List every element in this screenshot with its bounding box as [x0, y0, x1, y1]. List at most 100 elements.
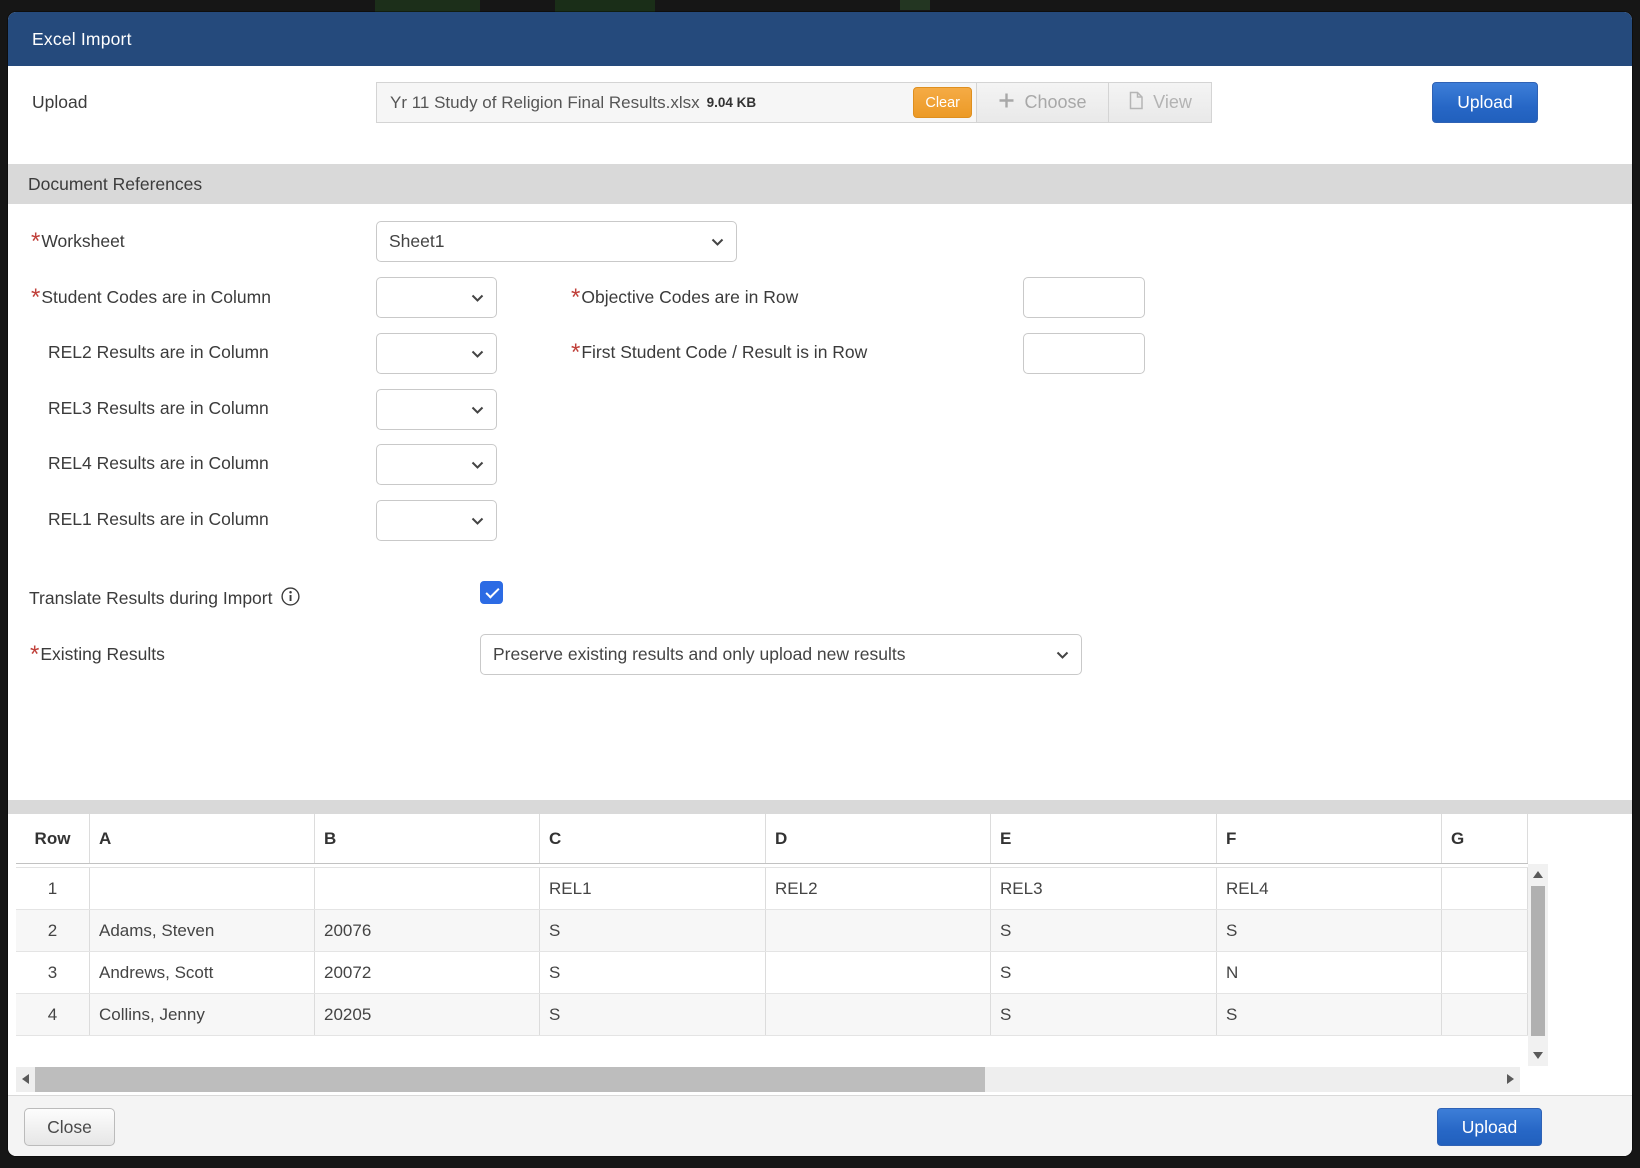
table-top-divider	[8, 800, 1632, 814]
rel2-column-select[interactable]	[376, 333, 497, 374]
cell-row-number: 1	[16, 868, 90, 909]
chevron-down-icon	[471, 406, 484, 414]
rel3-column-select[interactable]	[376, 389, 497, 430]
upload-button-top[interactable]: Upload	[1432, 82, 1538, 123]
field-label-text: First Student Code / Result is in Row	[581, 342, 867, 362]
column-header-c: C	[540, 814, 766, 863]
translate-results-checkbox[interactable]	[480, 581, 503, 604]
vertical-scrollbar[interactable]	[1528, 864, 1548, 1066]
cell: S	[1217, 910, 1442, 951]
horizontal-scrollbar[interactable]	[16, 1067, 1520, 1092]
existing-results-select[interactable]: Preserve existing results and only uploa…	[480, 634, 1082, 675]
scroll-up-arrow-icon[interactable]	[1533, 871, 1543, 878]
cell: S	[991, 910, 1217, 951]
chevron-down-icon	[471, 294, 484, 302]
chevron-down-icon	[711, 238, 724, 246]
worksheet-select[interactable]: Sheet1	[376, 221, 737, 262]
field-label-first-student-row: *First Student Code / Result is in Row	[571, 342, 867, 362]
column-header-g: G	[1442, 814, 1528, 863]
choose-file-button[interactable]: Choose	[976, 82, 1109, 123]
column-header-d: D	[766, 814, 991, 863]
dialog-footer: Close Upload	[8, 1095, 1632, 1156]
chevron-down-icon	[1056, 651, 1069, 659]
student-codes-column-select[interactable]	[376, 277, 497, 318]
cell	[1442, 910, 1528, 951]
cell: S	[540, 952, 766, 993]
required-asterisk: *	[31, 284, 40, 311]
clear-file-button[interactable]: Clear	[913, 87, 972, 118]
scroll-down-arrow-icon[interactable]	[1533, 1052, 1543, 1059]
required-asterisk: *	[571, 339, 580, 366]
screen-background: Excel Import Upload Yr 11 Study of Relig…	[0, 0, 1640, 1168]
field-label-rel4-column: REL4 Results are in Column	[48, 453, 269, 473]
cell	[766, 952, 991, 993]
existing-results-label-text: Existing Results	[40, 644, 165, 664]
upload-label: Upload	[32, 92, 87, 112]
upload-button-bottom[interactable]: Upload	[1437, 1108, 1542, 1146]
table-row: 1 REL1 REL2 REL3 REL4	[16, 868, 1528, 910]
clear-file-button-label: Clear	[925, 95, 960, 111]
cell	[1442, 994, 1528, 1035]
dialog-title: Excel Import	[32, 29, 132, 50]
field-label-rel1-column: REL1 Results are in Column	[48, 509, 269, 529]
cell: S	[540, 994, 766, 1035]
column-header-f: F	[1217, 814, 1442, 863]
required-asterisk: *	[30, 641, 39, 668]
first-student-row-input[interactable]	[1023, 333, 1145, 374]
column-header-b: B	[315, 814, 540, 863]
worksheet-label-text: Worksheet	[41, 231, 124, 251]
cell: 20076	[315, 910, 540, 951]
cell	[1442, 952, 1528, 993]
cell	[766, 994, 991, 1035]
chevron-down-icon	[471, 517, 484, 525]
objective-codes-row-input[interactable]	[1023, 277, 1145, 318]
close-button-label: Close	[47, 1117, 92, 1138]
field-label-objective-codes-row: *Objective Codes are in Row	[571, 287, 798, 307]
cell: Collins, Jenny	[90, 994, 315, 1035]
info-icon[interactable]	[281, 587, 300, 606]
translate-results-label-text: Translate Results during Import	[29, 588, 272, 608]
view-file-button[interactable]: View	[1108, 82, 1212, 123]
excel-import-dialog: Excel Import Upload Yr 11 Study of Relig…	[8, 12, 1632, 1156]
scroll-right-arrow-icon[interactable]	[1507, 1074, 1514, 1084]
chevron-down-icon	[471, 461, 484, 469]
cell: S	[991, 994, 1217, 1035]
selected-file-bar: Yr 11 Study of Religion Final Results.xl…	[376, 82, 977, 123]
cell	[315, 868, 540, 909]
cell	[766, 910, 991, 951]
cell	[1442, 868, 1528, 909]
field-label-student-codes-column: *Student Codes are in Column	[31, 287, 271, 307]
field-label-rel3-column: REL3 Results are in Column	[48, 398, 269, 418]
translate-results-label: Translate Results during Import	[29, 585, 300, 608]
field-label-text: Student Codes are in Column	[41, 287, 271, 307]
field-label-rel2-column: REL2 Results are in Column	[48, 342, 269, 362]
cell-row-number: 4	[16, 994, 90, 1035]
column-header-e: E	[991, 814, 1217, 863]
column-header-row: Row	[16, 814, 90, 863]
cell: 20205	[315, 994, 540, 1035]
worksheet-select-value: Sheet1	[389, 231, 444, 252]
view-file-button-label: View	[1153, 92, 1192, 113]
table-row: 2 Adams, Steven 20076 S S S	[16, 910, 1528, 952]
cell: N	[1217, 952, 1442, 993]
background-artifact	[375, 0, 480, 12]
chevron-down-icon	[471, 350, 484, 358]
cell-row-number: 2	[16, 910, 90, 951]
rel4-column-select[interactable]	[376, 444, 497, 485]
scroll-left-arrow-icon[interactable]	[22, 1074, 29, 1084]
vertical-scrollbar-thumb[interactable]	[1531, 886, 1545, 1036]
cell: 20072	[315, 952, 540, 993]
horizontal-scrollbar-thumb[interactable]	[35, 1067, 985, 1092]
cell: S	[540, 910, 766, 951]
cell: REL3	[991, 868, 1217, 909]
rel1-column-select[interactable]	[376, 500, 497, 541]
choose-file-button-label: Choose	[1024, 92, 1086, 113]
cell: S	[1217, 994, 1442, 1035]
required-asterisk: *	[571, 284, 580, 311]
background-artifact	[555, 0, 655, 12]
column-header-a: A	[90, 814, 315, 863]
table-row: 4 Collins, Jenny 20205 S S S	[16, 994, 1528, 1036]
close-button[interactable]: Close	[24, 1108, 115, 1146]
existing-results-select-value: Preserve existing results and only uploa…	[493, 644, 905, 665]
cell: Adams, Steven	[90, 910, 315, 951]
